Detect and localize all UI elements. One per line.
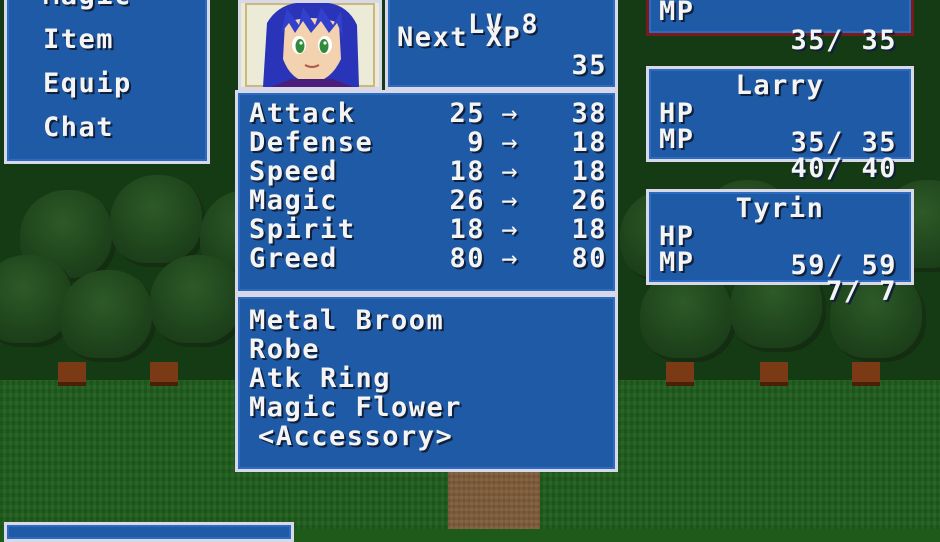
- level-window: LV 8 Next XP 35: [385, 0, 618, 90]
- stat-label: Spirit: [249, 214, 356, 245]
- stat-current-value: 80: [449, 243, 485, 274]
- menu-item-equip[interactable]: Equip: [43, 69, 132, 98]
- equip-weapon-slot[interactable]: Metal Broom: [249, 306, 444, 335]
- stat-new-value: 18: [571, 214, 607, 245]
- stat-label: Magic: [249, 185, 338, 216]
- equipment-window: Metal Broom Robe Atk Ring Magic Flower <…: [235, 294, 618, 472]
- arrow-right-icon: →: [501, 214, 519, 245]
- next-xp-label: Next XP: [397, 22, 522, 53]
- arrow-right-icon: →: [501, 127, 519, 158]
- stat-new-value: 38: [571, 98, 607, 129]
- party-member-top-window: MP 35/ 35: [646, 0, 914, 55]
- party-member-larry-window[interactable]: Larry HP 35/ 35 MP 40/ 40: [646, 66, 914, 183]
- stats-window: Attack 25 → 38 Defense 9 → 18 Speed 18 → 18 Magic 26 →…: [235, 90, 618, 294]
- party-member-tyrin-window[interactable]: Tyrin HP 59/ 59 MP 7/ 7: [646, 189, 914, 306]
- equip-item-slot[interactable]: Magic Flower: [249, 393, 462, 422]
- menu-item-item[interactable]: Item: [43, 25, 114, 54]
- larry-mp-current: 40: [790, 153, 826, 184]
- next-xp-value: 35: [571, 50, 607, 81]
- tree-trunk: [666, 362, 694, 386]
- top-mp-label: MP: [659, 0, 695, 27]
- stat-current-value: 18: [449, 214, 485, 245]
- tyrin-mp-label: MP: [659, 247, 695, 278]
- stat-label: Attack: [249, 98, 356, 129]
- menu-item-chat[interactable]: Chat: [43, 113, 114, 142]
- stat-label: Speed: [249, 156, 338, 187]
- top-mp-current: 35: [790, 25, 826, 56]
- tree-trunk: [760, 362, 788, 386]
- stat-new-value: 80: [571, 243, 607, 274]
- level-value: 8: [521, 9, 540, 40]
- stat-current-value: 18: [449, 156, 485, 187]
- tyrin-mp-max: 7: [879, 276, 897, 307]
- equip-ring-slot[interactable]: Atk Ring: [249, 364, 391, 393]
- tree-trunk: [150, 362, 178, 386]
- heroine-face-icon: [263, 3, 359, 87]
- tyrin-mp-value: 7/ 7: [825, 276, 897, 307]
- stat-new-value: 26: [571, 185, 607, 216]
- character-portrait: [238, 0, 382, 90]
- equip-armor-slot[interactable]: Robe: [249, 335, 320, 364]
- top-mp-max: 35: [861, 25, 897, 56]
- menu-item-magic[interactable]: Magic: [43, 0, 132, 10]
- larry-mp-label: MP: [659, 124, 695, 155]
- tree-trunk: [852, 362, 880, 386]
- stat-new-value: 18: [571, 127, 607, 158]
- arrow-right-icon: →: [501, 185, 519, 216]
- tyrin-mp-current: 7: [825, 276, 844, 307]
- stat-current-value: 26: [449, 185, 485, 216]
- arrow-right-icon: →: [501, 98, 519, 129]
- stat-label: Greed: [249, 243, 338, 274]
- stat-current-value: 9: [467, 127, 485, 158]
- member-name-tyrin: Tyrin: [735, 193, 825, 224]
- stat-new-value: 18: [571, 156, 607, 187]
- tree-trunk: [58, 362, 86, 386]
- stat-label: Defense: [249, 127, 374, 158]
- arrow-right-icon: →: [501, 243, 519, 274]
- equip-accessory-slot[interactable]: <Accessory>: [258, 422, 453, 451]
- larry-mp-max: 40: [861, 153, 897, 184]
- arrow-right-icon: →: [501, 156, 519, 187]
- bottom-window: [4, 522, 294, 542]
- stat-current-value: 25: [449, 98, 485, 129]
- member-name-larry: Larry: [735, 70, 825, 101]
- command-menu: Magic Item Equip Chat: [4, 0, 210, 164]
